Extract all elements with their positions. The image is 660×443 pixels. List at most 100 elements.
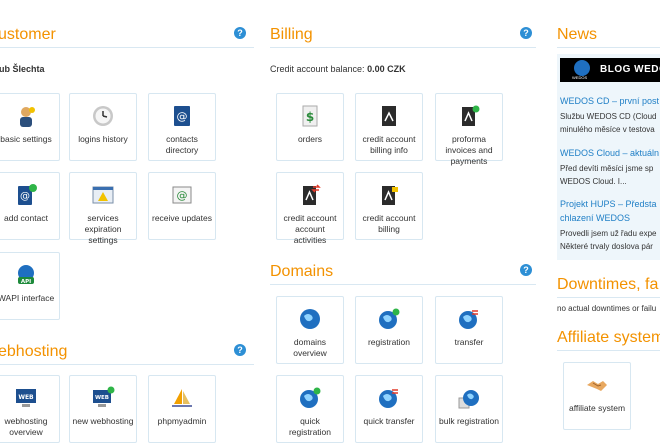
svg-text:API: API [21, 279, 31, 285]
tile-contacts-directory[interactable]: @ contacts directory [148, 93, 216, 161]
news-item-text: minulého měsíce v testova [560, 125, 655, 134]
news-item-title[interactable]: Projekt HUPS – Předsta [560, 199, 657, 209]
globe-quick-transfer-icon [379, 389, 398, 408]
domains-help-icon[interactable]: ? [520, 264, 532, 276]
blog-banner[interactable]: WEDOS BLOG WEDO [560, 58, 660, 82]
tile-label: logins history [78, 134, 128, 144]
news-item-title[interactable]: WEDOS CD – první post [560, 96, 659, 106]
user-gear-icon [20, 107, 35, 127]
tile-label: transfer [454, 337, 484, 347]
tile-phpmyadmin[interactable]: phpmyadmin [148, 375, 216, 443]
news-item-text: Před devíti měsíci jsme sp [560, 164, 654, 173]
tile-label: affiliate system [568, 403, 626, 413]
news-divider [557, 47, 660, 48]
billing-help-icon[interactable]: ? [520, 27, 532, 39]
tile-label: orders [297, 134, 323, 144]
tile-quick-registration[interactable]: quick registration [276, 375, 344, 443]
affiliate-divider [557, 350, 660, 351]
customer-name: ub Šlechta [0, 64, 45, 74]
tile-services-expiration[interactable]: services expiration settings [69, 172, 137, 245]
wedos-logo-icon [574, 60, 590, 76]
globe-quick-add-icon [300, 387, 321, 408]
svg-text:@: @ [20, 191, 30, 202]
credit-balance: Credit account balance: 0.00 CZK [270, 64, 406, 74]
tile-label: phpmyadmin [157, 416, 207, 426]
tile-registration[interactable]: registration [355, 296, 423, 364]
webhosting-help-icon[interactable]: ? [234, 344, 246, 356]
customer-divider [0, 47, 254, 48]
tile-label: webhosting overview [4, 416, 48, 437]
api-icon: API [18, 265, 34, 285]
tile-label: quick registration [288, 416, 332, 437]
downtimes-section-title: Downtimes, fa [557, 276, 659, 293]
globe-transfer-icon [459, 310, 478, 329]
customer-help-icon[interactable]: ? [234, 27, 246, 39]
billing-section-title: Billing [270, 26, 313, 43]
tile-label: bulk registration [438, 416, 499, 426]
tile-label: registration [367, 337, 411, 347]
tile-quick-transfer[interactable]: quick transfer [355, 375, 423, 443]
tile-label: services expiration settings [84, 213, 122, 245]
tile-label: contacts directory [165, 134, 199, 155]
svg-text:@: @ [177, 189, 188, 202]
tile-label: add contact [4, 213, 48, 223]
web-monitor-icon: WEB [16, 389, 36, 407]
tile-transfer[interactable]: transfer [435, 296, 503, 364]
tile-label: credit account account activities [283, 213, 337, 245]
tile-add-contact[interactable]: @ add contact [0, 172, 60, 240]
tile-wapi-interface[interactable]: API WAPI interface [0, 252, 60, 320]
tile-credit-account-billing-info[interactable]: credit account billing info [355, 93, 423, 161]
tile-domains-overview[interactable]: domains overview [276, 296, 344, 364]
tile-orders[interactable]: $ orders [276, 93, 344, 161]
tile-proforma-invoices[interactable]: proforma invoices and payments [435, 93, 503, 166]
tile-label: credit account billing [362, 213, 416, 234]
billing-divider [270, 47, 536, 48]
email-updates-icon: @ [172, 186, 192, 204]
tile-label: domains overview [293, 337, 327, 358]
clock-icon [93, 106, 113, 126]
tile-label: new webhosting [72, 416, 134, 426]
customer-section-title: ustomer [0, 26, 56, 43]
tile-label: quick transfer [363, 416, 415, 426]
credit-balance-value: 0.00 CZK [367, 64, 406, 74]
news-item-title[interactable]: WEDOS Cloud – aktuáln [560, 148, 659, 158]
handshake-icon [587, 381, 607, 391]
tile-receive-updates[interactable]: @ receive updates [148, 172, 216, 240]
tile-label: credit account billing info [362, 134, 416, 155]
svg-text:@: @ [177, 110, 188, 123]
pdf-lock-icon [382, 186, 398, 205]
tile-logins-history[interactable]: logins history [69, 93, 137, 161]
news-item-text: Některé trvaly doslova pár [560, 242, 653, 251]
news-item-title-line2[interactable]: chlazení WEDOS [560, 213, 630, 223]
tile-affiliate-system[interactable]: affiliate system [563, 362, 631, 430]
address-book-icon: @ [174, 106, 190, 126]
webhosting-divider [0, 364, 254, 365]
phpmyadmin-sail-icon [172, 389, 192, 407]
pdf-transfer-icon [303, 184, 321, 205]
news-item-text: Službu WEDOS CD (Cloud [560, 112, 657, 121]
tile-bulk-registration[interactable]: bulk registration [435, 375, 503, 443]
pdf-add-document-icon [462, 105, 480, 126]
news-item-text: WEDOS Cloud. I... [560, 177, 627, 186]
warning-window-icon [92, 186, 114, 204]
credit-balance-label: Credit account balance: [270, 64, 365, 74]
news-item-text: Provedli jsem už řadu expe [560, 229, 657, 238]
banner-logo-text: WEDOS [572, 75, 588, 80]
svg-text:WEB: WEB [95, 395, 109, 401]
tile-credit-account-activities[interactable]: credit account account activities [276, 172, 344, 245]
tile-credit-account-billing[interactable]: credit account billing [355, 172, 423, 240]
tile-webhosting-overview[interactable]: WEB webhosting overview [0, 375, 60, 443]
pdf-document-icon [382, 106, 396, 126]
svg-text:WEB: WEB [18, 394, 34, 401]
tile-basic-settings[interactable]: basic settings [0, 93, 60, 161]
tile-label: receive updates [151, 213, 212, 223]
downtimes-text: no actual downtimes or failu [557, 304, 657, 313]
tile-new-webhosting[interactable]: WEB new webhosting [69, 375, 137, 443]
tile-label: proforma invoices and payments [445, 134, 493, 166]
globe-bulk-icon [458, 390, 479, 409]
svg-text:$: $ [306, 110, 314, 124]
globe-add-icon [379, 308, 400, 329]
globe-icon [300, 309, 320, 329]
new-web-monitor-icon: WEB [93, 386, 115, 407]
domains-divider [270, 284, 536, 285]
